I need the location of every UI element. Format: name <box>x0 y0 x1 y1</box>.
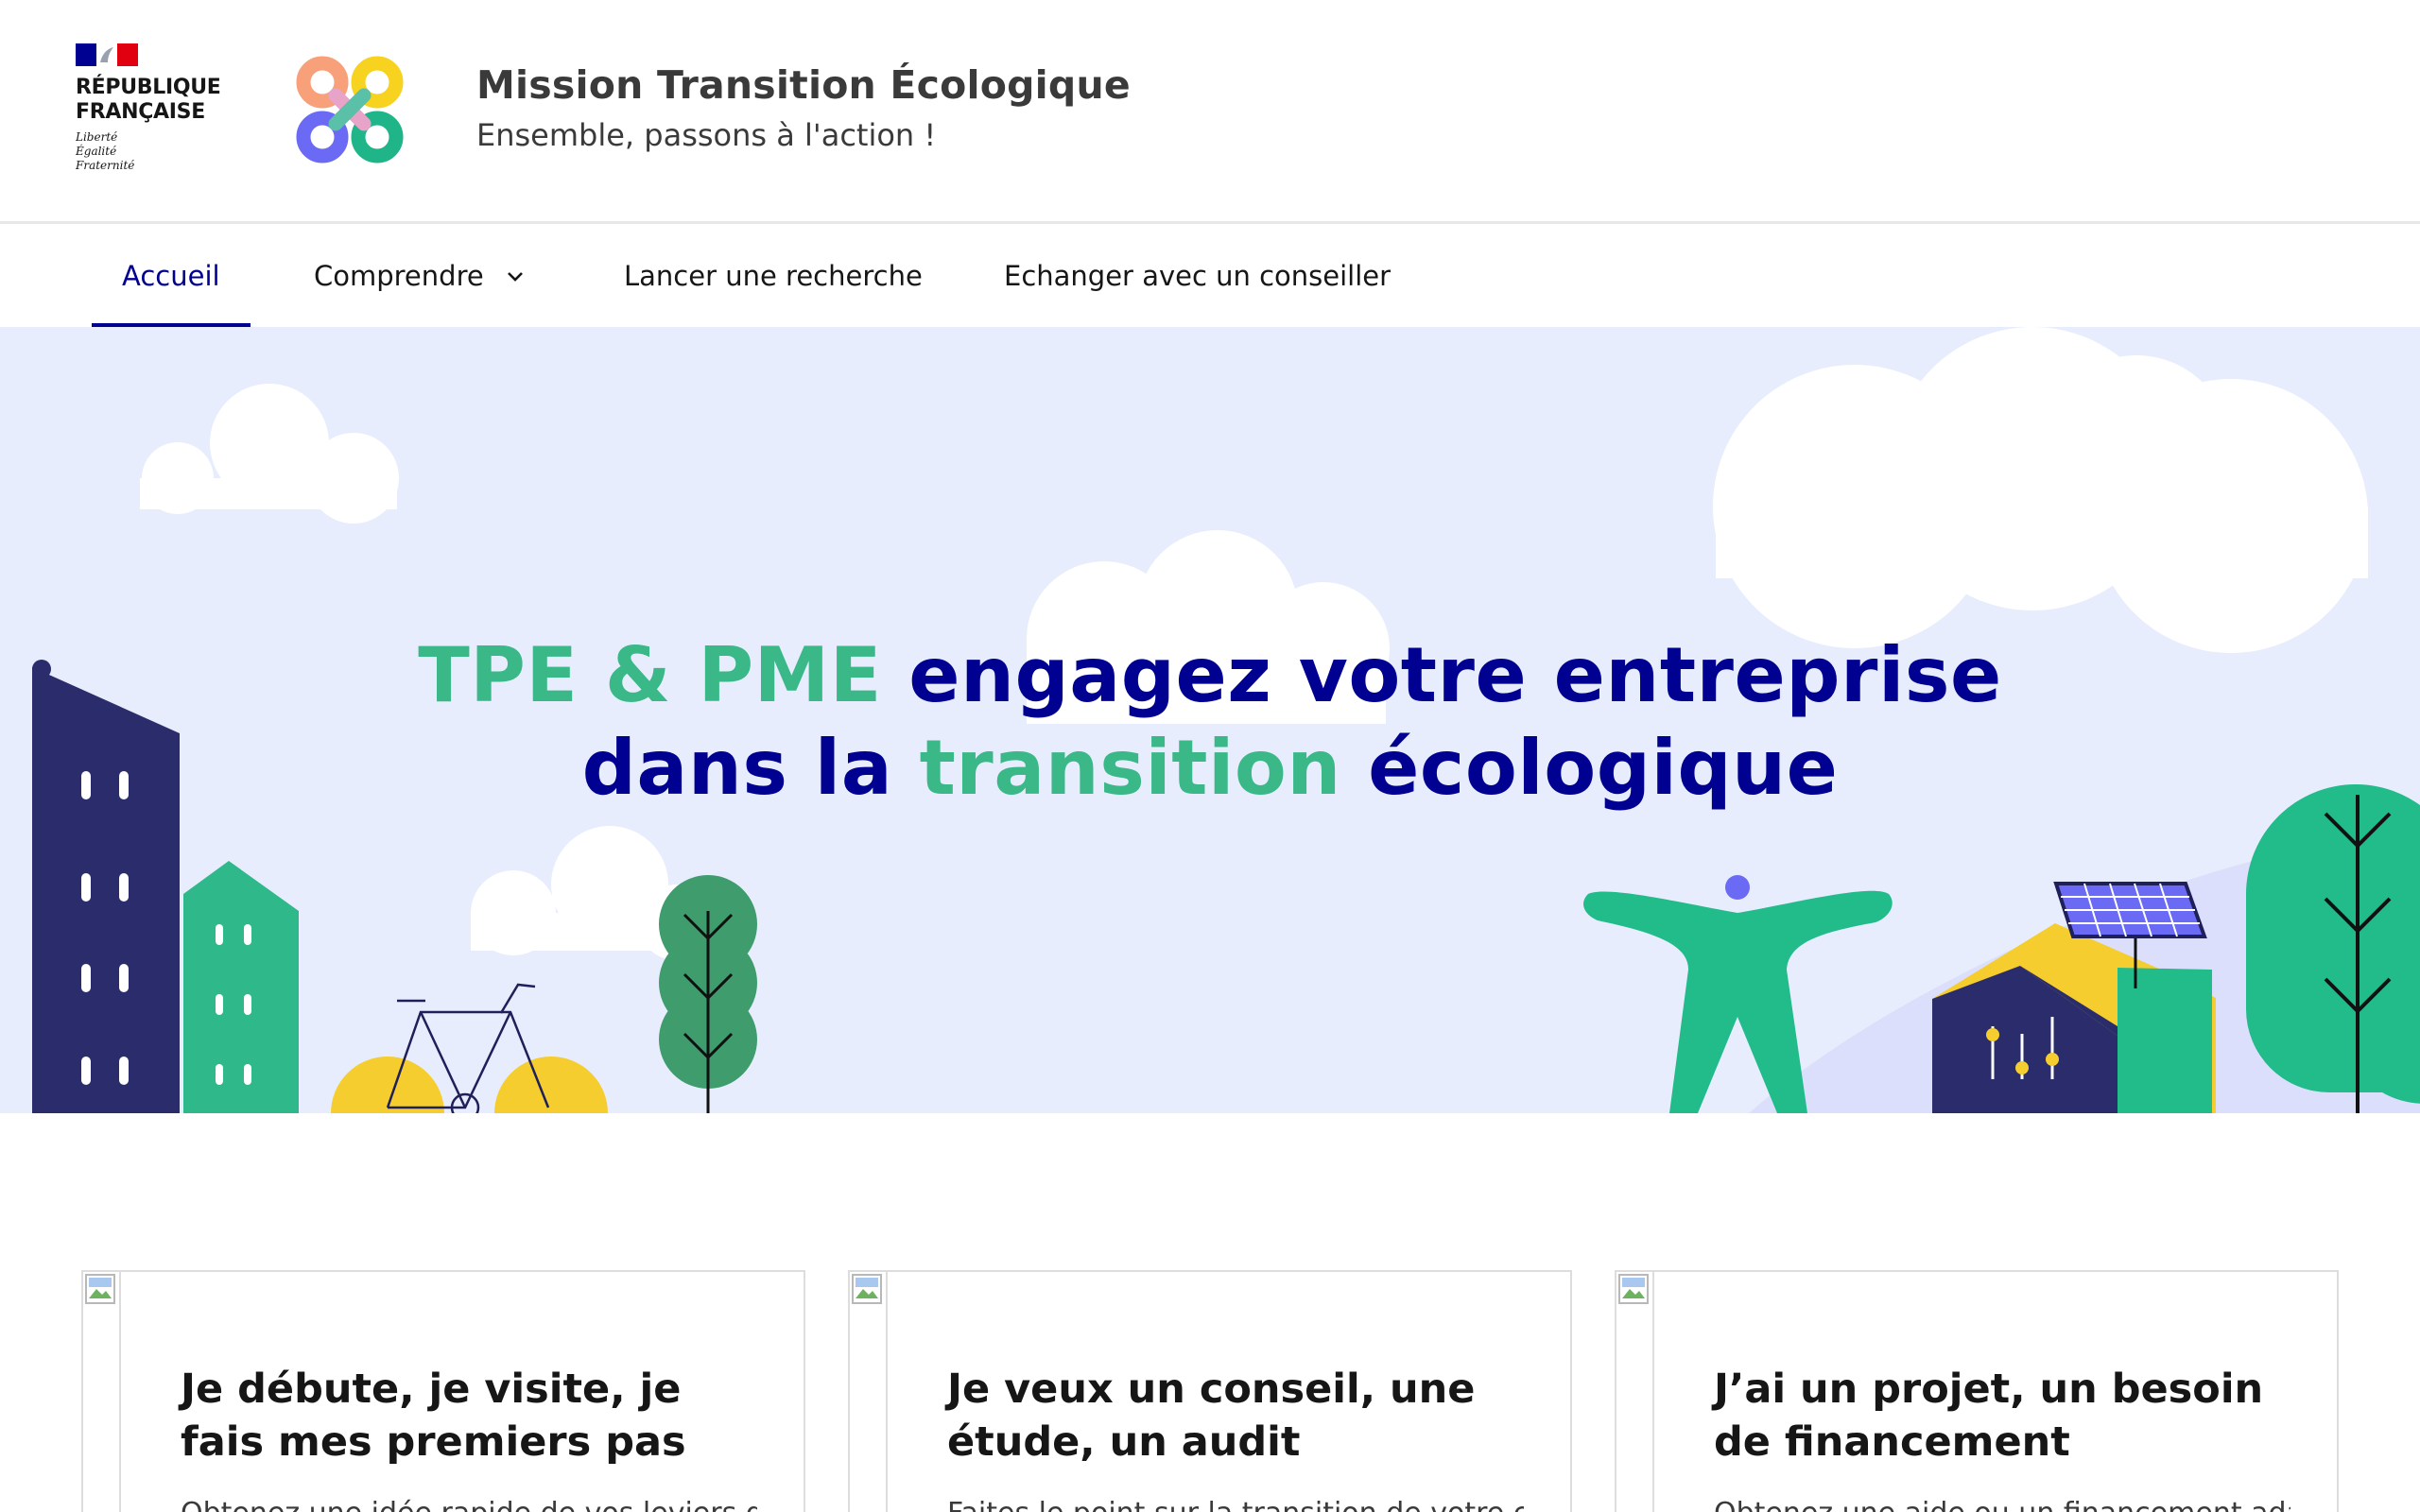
card-description: Obtenez une aide ou un financement adapt… <box>1714 1495 2290 1512</box>
nav-label-recherche: Lancer une recherche <box>624 259 923 292</box>
nav-item-comprendre[interactable]: Comprendre <box>314 224 526 327</box>
hero-highlight-tpe-pme: TPE & PME <box>418 631 882 719</box>
nav-label-accueil: Accueil <box>122 259 220 292</box>
card-description: Obtenez une idée rapide de vos leviers d… <box>181 1495 757 1512</box>
republique-name: RÉPUBLIQUE FRANÇAISE <box>76 76 227 125</box>
nav-label-conseiller: Echanger avec un conseiller <box>1004 259 1392 292</box>
tree-icon <box>659 875 757 1113</box>
card-description: Faites le point sur la transition de vot… <box>947 1495 1524 1512</box>
card-premiers-pas[interactable]: Je débute, je visite, je fais mes premie… <box>81 1270 805 1512</box>
main-navigation: Accueil Comprendre Lancer une recherche … <box>0 221 2420 327</box>
nav-item-conseiller[interactable]: Echanger avec un conseiller <box>1004 224 1391 327</box>
hero-line2-start: dans la <box>581 724 920 812</box>
broken-image-icon <box>1618 1274 1649 1304</box>
card-image <box>1616 1272 1654 1512</box>
site-tagline: Ensemble, passons à l'action ! <box>476 117 937 153</box>
card-image <box>850 1272 888 1512</box>
tree-icon <box>2246 784 2420 1113</box>
card-title: Je veux un conseil, une étude, un audit <box>947 1366 1476 1466</box>
brand-block[interactable]: Mission Transition Écologique Ensemble, … <box>476 60 1131 157</box>
motto-egalite: Égalité <box>76 145 117 158</box>
card-image <box>83 1272 121 1512</box>
house-icon <box>1932 882 2216 1113</box>
building-green <box>183 861 299 1113</box>
chevron-down-icon <box>505 266 526 286</box>
motto-fraternite: Fraternité <box>76 159 135 172</box>
hero-line1: engagez votre entreprise <box>881 631 2002 719</box>
hero-highlight-transition: transition <box>919 724 1341 812</box>
cloud-icon <box>1713 327 2368 653</box>
mte-infinity-logo-icon[interactable] <box>293 53 406 166</box>
republique-motto: Liberté Égalité Fraternité <box>76 130 227 173</box>
republique-francaise-logo[interactable]: RÉPUBLIQUE FRANÇAISE Liberté Égalité Fra… <box>76 43 227 185</box>
nav-item-accueil[interactable]: Accueil <box>92 224 251 327</box>
nav-label-comprendre: Comprendre <box>314 259 484 292</box>
site-title: Mission Transition Écologique <box>476 62 1131 108</box>
republique-line-1: RÉPUBLIQUE <box>76 76 221 99</box>
marianne-icon <box>76 43 138 66</box>
site-header: RÉPUBLIQUE FRANÇAISE Liberté Égalité Fra… <box>0 0 2420 221</box>
bicycle-icon <box>331 983 608 1113</box>
motto-liberte: Liberté <box>76 130 118 144</box>
card-conseil-audit[interactable]: Je veux un conseil, une étude, un audit … <box>848 1270 1572 1512</box>
nav-item-recherche[interactable]: Lancer une recherche <box>624 224 923 327</box>
cloud-icon <box>140 384 399 524</box>
broken-image-icon <box>852 1274 882 1304</box>
republique-line-2: FRANÇAISE <box>76 100 205 124</box>
broken-image-icon <box>85 1274 115 1304</box>
hero-title: TPE & PME engagez votre entreprise dans … <box>0 629 2420 815</box>
hero-banner: TPE & PME engagez votre entreprise dans … <box>0 327 2420 1113</box>
card-projet-financement[interactable]: J’ai un projet, un besoin de financement… <box>1615 1270 2339 1512</box>
card-title: Je débute, je visite, je fais mes premie… <box>181 1366 686 1466</box>
hero-line2-end: écologique <box>1340 724 1839 812</box>
card-title: J’ai un projet, un besoin de financement <box>1714 1366 2264 1466</box>
